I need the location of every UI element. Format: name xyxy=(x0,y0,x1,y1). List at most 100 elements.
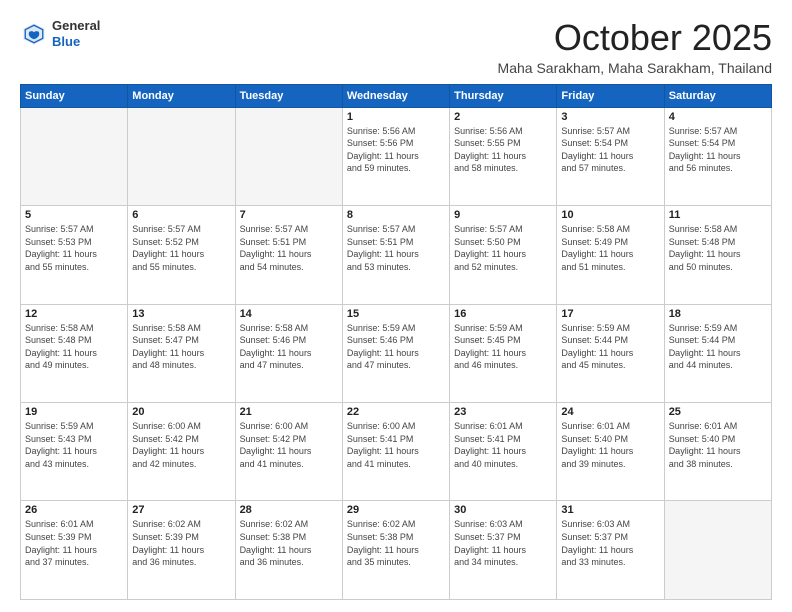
day-number: 16 xyxy=(454,308,552,320)
calendar-cell: 13Sunrise: 5:58 AM Sunset: 5:47 PM Dayli… xyxy=(128,304,235,402)
day-info: Sunrise: 5:59 AM Sunset: 5:43 PM Dayligh… xyxy=(25,420,123,470)
calendar-cell: 29Sunrise: 6:02 AM Sunset: 5:38 PM Dayli… xyxy=(342,501,449,600)
day-info: Sunrise: 6:01 AM Sunset: 5:40 PM Dayligh… xyxy=(561,420,659,470)
day-info: Sunrise: 6:01 AM Sunset: 5:41 PM Dayligh… xyxy=(454,420,552,470)
day-number: 23 xyxy=(454,406,552,418)
calendar-cell xyxy=(21,107,128,205)
calendar-cell: 21 Sunrise: 6:00 AM Sunset: 5:42 PM Dayli… xyxy=(235,403,342,501)
week-row-2: 5 Sunrise: 5:57 AM Sunset: 5:53 PM Daylig… xyxy=(21,206,772,304)
day-number: 29 xyxy=(347,504,445,516)
day-number: 21 xyxy=(240,406,338,418)
day-number: 31 xyxy=(561,504,659,516)
day-info: Sunrise: 5:59 AM Sunset: 5:45 PM Dayligh… xyxy=(454,322,552,372)
day-info: Sunrise: 6:00 AM Sunset: 5:42 PM Dayligh… xyxy=(240,420,338,470)
calendar-cell: 24 Sunrise: 6:01 AM Sunset: 5:40 PM Dayli… xyxy=(557,403,664,501)
calendar-cell: 25 Sunrise: 6:01 AM Sunset: 5:40 PM Dayli… xyxy=(664,403,771,501)
weekday-header-tuesday: Tuesday xyxy=(235,84,342,107)
day-number: 11 xyxy=(669,209,767,221)
day-number: 30 xyxy=(454,504,552,516)
logo-icon xyxy=(20,20,48,48)
day-info: Sunrise: 5:59 AM Sunset: 5:46 PM Dayligh… xyxy=(347,322,445,372)
day-info: Sunrise: 5:57 AM Sunset: 5:54 PM Dayligh… xyxy=(669,125,767,175)
day-info: Sunrise: 6:00 AM Sunset: 5:42 PM Dayligh… xyxy=(132,420,230,470)
calendar-cell: 23 Sunrise: 6:01 AM Sunset: 5:41 PM Dayli… xyxy=(450,403,557,501)
day-info: Sunrise: 5:59 AM Sunset: 5:44 PM Dayligh… xyxy=(561,322,659,372)
weekday-header-friday: Friday xyxy=(557,84,664,107)
weekday-header-monday: Monday xyxy=(128,84,235,107)
calendar-cell: 27Sunrise: 6:02 AM Sunset: 5:39 PM Dayli… xyxy=(128,501,235,600)
day-number: 12 xyxy=(25,308,123,320)
day-info: Sunrise: 6:03 AM Sunset: 5:37 PM Dayligh… xyxy=(454,518,552,568)
day-number: 9 xyxy=(454,209,552,221)
calendar-cell: 20 Sunrise: 6:00 AM Sunset: 5:42 PM Dayli… xyxy=(128,403,235,501)
day-number: 10 xyxy=(561,209,659,221)
calendar-cell: 19 Sunrise: 5:59 AM Sunset: 5:43 PM Dayli… xyxy=(21,403,128,501)
calendar-cell: 12 Sunrise: 5:58 AM Sunset: 5:48 PM Dayli… xyxy=(21,304,128,402)
weekday-header-wednesday: Wednesday xyxy=(342,84,449,107)
calendar-cell: 30 Sunrise: 6:03 AM Sunset: 5:37 PM Dayli… xyxy=(450,501,557,600)
calendar-cell: 9 Sunrise: 5:57 AM Sunset: 5:50 PM Daylig… xyxy=(450,206,557,304)
calendar-cell: 28 Sunrise: 6:02 AM Sunset: 5:38 PM Dayli… xyxy=(235,501,342,600)
day-number: 15 xyxy=(347,308,445,320)
calendar-cell: 31 Sunrise: 6:03 AM Sunset: 5:37 PM Dayli… xyxy=(557,501,664,600)
day-info: Sunrise: 5:56 AM Sunset: 5:56 PM Dayligh… xyxy=(347,125,445,175)
day-number: 25 xyxy=(669,406,767,418)
calendar-cell: 15 Sunrise: 5:59 AM Sunset: 5:46 PM Dayli… xyxy=(342,304,449,402)
day-number: 1 xyxy=(347,111,445,123)
day-number: 18 xyxy=(669,308,767,320)
day-number: 28 xyxy=(240,504,338,516)
day-info: Sunrise: 5:58 AM Sunset: 5:48 PM Dayligh… xyxy=(25,322,123,372)
day-number: 4 xyxy=(669,111,767,123)
day-number: 3 xyxy=(561,111,659,123)
calendar-cell: 8Sunrise: 5:57 AM Sunset: 5:51 PM Daylig… xyxy=(342,206,449,304)
day-number: 14 xyxy=(240,308,338,320)
day-number: 6 xyxy=(132,209,230,221)
title-block: October 2025 Maha Sarakham, Maha Sarakha… xyxy=(498,18,772,76)
calendar-cell: 1 Sunrise: 5:56 AM Sunset: 5:56 PM Daylig… xyxy=(342,107,449,205)
day-info: Sunrise: 6:02 AM Sunset: 5:38 PM Dayligh… xyxy=(240,518,338,568)
day-info: Sunrise: 5:57 AM Sunset: 5:54 PM Dayligh… xyxy=(561,125,659,175)
day-info: Sunrise: 6:01 AM Sunset: 5:40 PM Dayligh… xyxy=(669,420,767,470)
day-info: Sunrise: 5:58 AM Sunset: 5:48 PM Dayligh… xyxy=(669,223,767,273)
calendar-page: General Blue October 2025 Maha Sarakham,… xyxy=(0,0,792,612)
day-info: Sunrise: 5:57 AM Sunset: 5:53 PM Dayligh… xyxy=(25,223,123,273)
logo-general: General xyxy=(52,18,100,34)
week-row-4: 19 Sunrise: 5:59 AM Sunset: 5:43 PM Dayli… xyxy=(21,403,772,501)
calendar-cell: 5 Sunrise: 5:57 AM Sunset: 5:53 PM Daylig… xyxy=(21,206,128,304)
day-info: Sunrise: 6:01 AM Sunset: 5:39 PM Dayligh… xyxy=(25,518,123,568)
day-number: 24 xyxy=(561,406,659,418)
day-number: 19 xyxy=(25,406,123,418)
day-info: Sunrise: 5:57 AM Sunset: 5:52 PM Dayligh… xyxy=(132,223,230,273)
day-number: 22 xyxy=(347,406,445,418)
calendar-cell: 4 Sunrise: 5:57 AM Sunset: 5:54 PM Daylig… xyxy=(664,107,771,205)
day-number: 17 xyxy=(561,308,659,320)
calendar-cell: 10 Sunrise: 5:58 AM Sunset: 5:49 PM Dayli… xyxy=(557,206,664,304)
header: General Blue October 2025 Maha Sarakham,… xyxy=(20,18,772,76)
calendar-cell: 22Sunrise: 6:00 AM Sunset: 5:41 PM Dayli… xyxy=(342,403,449,501)
calendar-cell: 3 Sunrise: 5:57 AM Sunset: 5:54 PM Daylig… xyxy=(557,107,664,205)
day-number: 2 xyxy=(454,111,552,123)
day-info: Sunrise: 5:58 AM Sunset: 5:46 PM Dayligh… xyxy=(240,322,338,372)
calendar-cell: 26Sunrise: 6:01 AM Sunset: 5:39 PM Dayli… xyxy=(21,501,128,600)
day-info: Sunrise: 5:57 AM Sunset: 5:50 PM Dayligh… xyxy=(454,223,552,273)
day-number: 5 xyxy=(25,209,123,221)
weekday-header-saturday: Saturday xyxy=(664,84,771,107)
week-row-3: 12 Sunrise: 5:58 AM Sunset: 5:48 PM Dayli… xyxy=(21,304,772,402)
day-number: 7 xyxy=(240,209,338,221)
day-number: 8 xyxy=(347,209,445,221)
calendar-cell xyxy=(664,501,771,600)
day-info: Sunrise: 5:56 AM Sunset: 5:55 PM Dayligh… xyxy=(454,125,552,175)
logo: General Blue xyxy=(20,18,100,49)
week-row-5: 26Sunrise: 6:01 AM Sunset: 5:39 PM Dayli… xyxy=(21,501,772,600)
day-number: 20 xyxy=(132,406,230,418)
month-title: October 2025 xyxy=(498,18,772,58)
calendar-cell: 2 Sunrise: 5:56 AM Sunset: 5:55 PM Daylig… xyxy=(450,107,557,205)
calendar-cell: 14 Sunrise: 5:58 AM Sunset: 5:46 PM Dayli… xyxy=(235,304,342,402)
location-title: Maha Sarakham, Maha Sarakham, Thailand xyxy=(498,60,772,76)
calendar-cell xyxy=(235,107,342,205)
calendar-cell: 17 Sunrise: 5:59 AM Sunset: 5:44 PM Dayli… xyxy=(557,304,664,402)
day-info: Sunrise: 5:59 AM Sunset: 5:44 PM Dayligh… xyxy=(669,322,767,372)
day-info: Sunrise: 5:58 AM Sunset: 5:49 PM Dayligh… xyxy=(561,223,659,273)
day-info: Sunrise: 5:58 AM Sunset: 5:47 PM Dayligh… xyxy=(132,322,230,372)
day-info: Sunrise: 6:03 AM Sunset: 5:37 PM Dayligh… xyxy=(561,518,659,568)
